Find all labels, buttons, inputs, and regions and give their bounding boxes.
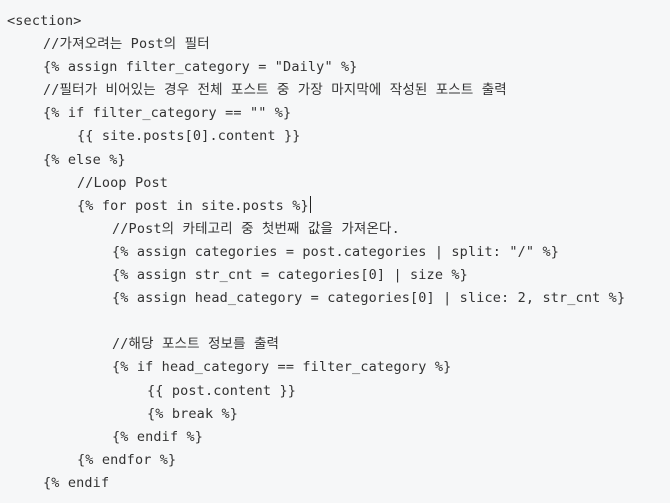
code-text: {% endif %} [112, 428, 204, 445]
code-comment: //가져오려는 Post의 필터 [43, 36, 210, 53]
code-line: {% assign categories = post.categories |… [7, 241, 670, 264]
code-comment: //필터가 비어있는 경우 전체 포스트 중 가장 마지막에 작성된 포스트 출… [43, 82, 507, 99]
code-line: {% assign head_category = categories[0] … [7, 287, 670, 310]
code-line: {% for post in site.posts %} [7, 195, 670, 218]
code-comment: //Post의 카테고리 중 첫번째 값을 가져온다. [112, 220, 400, 237]
code-text: {% if filter_category == "" %} [43, 105, 292, 122]
code-text: {{ site.posts[0].content }} [77, 128, 301, 145]
code-text: {% for post in site.posts %} [77, 197, 309, 214]
text-cursor [309, 195, 311, 213]
code-comment: //Loop Post [77, 174, 169, 191]
code-text: {% if head_category == filter_category %… [112, 359, 452, 376]
code-text: {% endif [43, 474, 110, 491]
code-text: {% else %} [43, 151, 126, 168]
code-text: {% assign filter_category = "Daily" %} [43, 59, 358, 76]
code-line: {% break %} [7, 403, 670, 426]
code-line: //필터가 비어있는 경우 전체 포스트 중 가장 마지막에 작성된 포스트 출… [7, 79, 670, 102]
code-line: //Loop Post [7, 172, 670, 195]
code-text: {% assign head_category = categories[0] … [112, 290, 626, 307]
code-line: {% else %} [7, 149, 670, 172]
code-text: <section> [7, 13, 82, 29]
code-comment: //해당 포스트 정보를 출력 [112, 336, 280, 353]
code-line: {% endif %} [7, 426, 670, 449]
code-block[interactable]: <section> //가져오려는 Post의 필터 {% assign fil… [0, 0, 670, 503]
code-line: //가져오려는 Post의 필터 [7, 33, 670, 56]
code-line: {{ post.content }} [7, 380, 670, 403]
code-line: {% if filter_category == "" %} [7, 102, 670, 125]
code-line: {% endfor %} [7, 449, 670, 472]
code-line: {{ site.posts[0].content }} [7, 125, 670, 148]
code-line: {% assign str_cnt = categories[0] | size… [7, 264, 670, 287]
code-text: {{ post.content }} [147, 382, 296, 399]
code-line: //Post의 카테고리 중 첫번째 값을 가져온다. [7, 218, 670, 241]
code-line: {% assign filter_category = "Daily" %} [7, 56, 670, 79]
code-text: {% endfor %} [77, 451, 177, 468]
code-text: {% assign categories = post.categories |… [112, 243, 559, 260]
code-text: {% assign str_cnt = categories[0] | size… [112, 267, 468, 284]
code-line: //해당 포스트 정보를 출력 [7, 333, 670, 356]
code-line: {% if head_category == filter_category %… [7, 356, 670, 379]
code-text: {% break %} [147, 405, 239, 422]
code-line: {% endif [7, 472, 670, 495]
code-line: <section> [7, 10, 670, 33]
